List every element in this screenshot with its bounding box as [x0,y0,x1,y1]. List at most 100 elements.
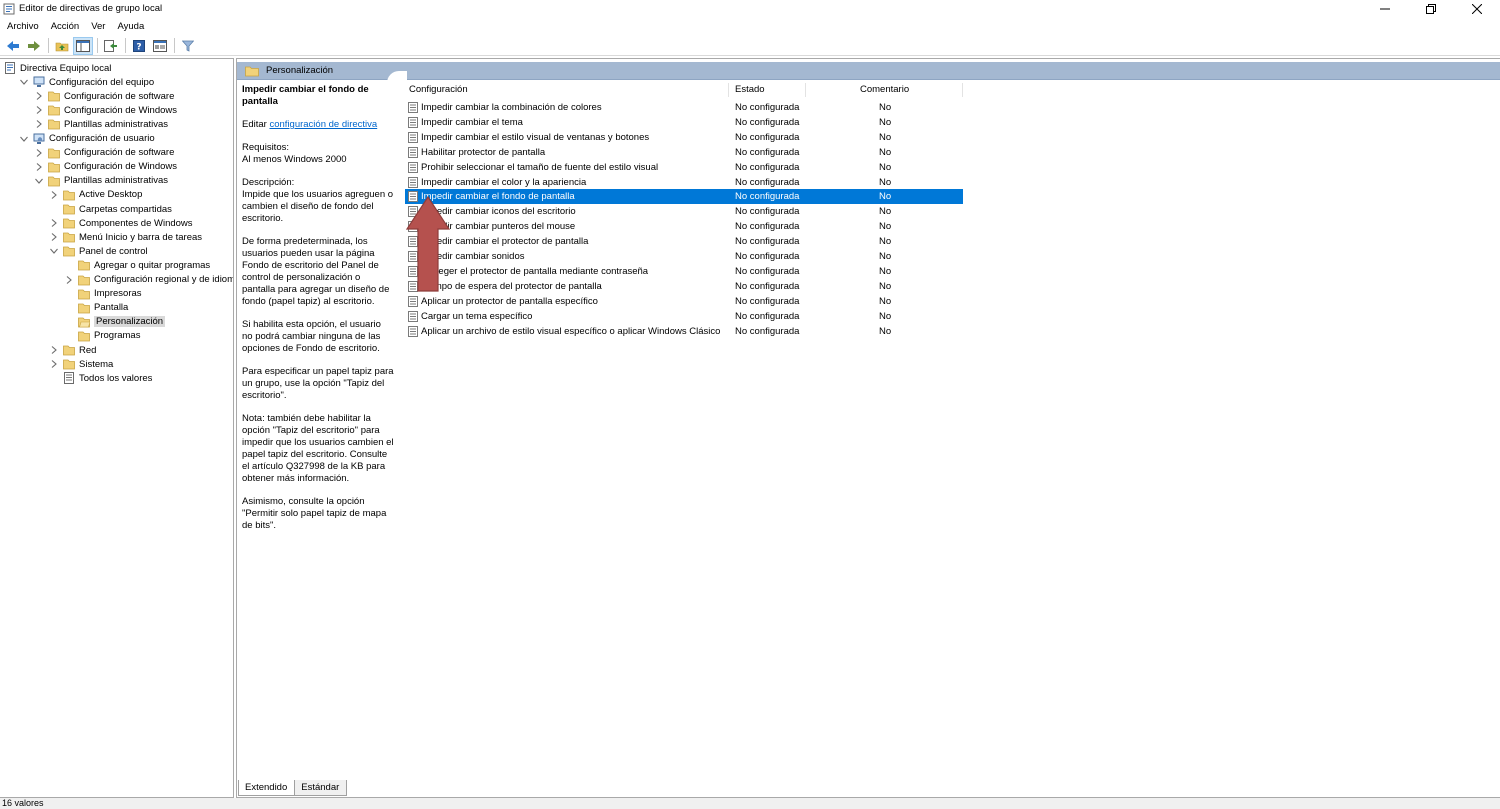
tree-item-programas[interactable]: Programas [64,329,140,343]
chevron-right-icon[interactable] [64,275,74,285]
chevron-right-icon[interactable] [34,119,44,129]
setting-name: Aplicar un protector de pantalla específ… [421,295,598,307]
chevron-down-icon[interactable] [19,77,29,87]
menu-archivo[interactable]: Archivo [0,19,45,35]
tree-item-active-desktop[interactable]: Active Desktop [49,188,142,202]
column-separator[interactable] [728,83,729,97]
column-header-comment[interactable]: Comentario [860,81,960,98]
tree-item-menu-inicio-y-barra-de-tareas[interactable]: Menú Inicio y barra de tareas [49,230,202,244]
setting-state: No configurada [735,191,800,203]
tree-item-todos-los-valores[interactable]: Todos los valores [49,371,152,385]
setting-state: No configurada [735,265,800,277]
tab-extendido[interactable]: Extendido [238,780,296,796]
back-button[interactable] [3,37,23,55]
tree-pane: Directiva Equipo local Configuración del … [0,58,234,798]
filter-button[interactable] [178,37,198,55]
menu-ayuda[interactable]: Ayuda [111,19,150,35]
setting-row[interactable]: Aplicar un archivo de estilo visual espe… [405,324,963,339]
tree-item-personalizacion[interactable]: Personalización [64,315,166,329]
chevron-right-icon[interactable] [34,105,44,115]
tree-item-impresoras[interactable]: Impresoras [64,287,142,301]
setting-comment: No [879,191,892,203]
setting-row[interactable]: Impedir cambiar el protector de pantalla… [405,234,963,249]
tree-item-configuracion-regional-y-de-idioma[interactable]: Configuración regional y de idioma [64,273,233,287]
export-list-button[interactable] [101,37,121,55]
setting-row[interactable]: Habilitar protector de pantalla No config… [405,145,963,160]
toolbar-separator [174,38,175,53]
setting-row[interactable]: Tiempo de espera del protector de pantal… [405,279,963,294]
tree-item-label: Todos los valores [79,372,153,384]
setting-row[interactable]: Impedir cambiar sonidos No configurada No [405,249,963,264]
forward-button[interactable] [24,37,44,55]
chevron-right-icon[interactable] [49,345,59,355]
tree-item-configuracion-de-software[interactable]: Configuración de software [34,146,174,160]
chevron-down-icon[interactable] [49,246,59,256]
setting-row[interactable]: Prohibir seleccionar el tamaño de fuente… [405,160,963,175]
tree-item-panel-de-control[interactable]: Panel de control [49,244,148,258]
tree-item-plantillas-administrativas[interactable]: Plantillas administrativas [34,117,168,131]
menu-ver[interactable]: Ver [85,19,111,35]
column-header-state[interactable]: Estado [735,81,805,98]
column-separator[interactable] [805,83,806,97]
setting-row[interactable]: Impedir cambiar el fondo de pantalla No c… [405,189,963,205]
setting-row[interactable]: Impedir cambiar el estilo visual de vent… [405,130,963,145]
tree-item-configuracion-de-usuario[interactable]: Configuración de usuario [19,132,155,146]
tree-item-agregar-o-quitar-programas[interactable]: Agregar o quitar programas [64,258,210,272]
properties-view-button[interactable] [150,37,170,55]
up-folder-button[interactable] [52,37,72,55]
restore-button[interactable] [1408,0,1454,18]
tree-item-configuracion-del-equipo[interactable]: Configuración del equipo [19,75,154,89]
setting-row[interactable]: Impedir cambiar punteros del mouse No con… [405,219,963,234]
minimize-button[interactable] [1362,0,1408,18]
tree-item-configuracion-de-windows[interactable]: Configuración de Windows [34,160,177,174]
setting-row[interactable]: Aplicar un protector de pantalla específ… [405,294,963,309]
column-header-setting[interactable]: Configuración [409,81,729,98]
tree-item-configuracion-de-software[interactable]: Configuración de software [34,89,174,103]
details-pane: Personalización Impedir cambiar el fondo… [236,58,1500,798]
folder-icon [63,359,75,370]
minimize-icon [1380,8,1390,10]
tree-item-red[interactable]: Red [49,343,96,357]
help-button[interactable]: ? [129,37,149,55]
chevron-right-icon[interactable] [49,359,59,369]
setting-row[interactable]: Impedir cambiar el color y la apariencia… [405,175,963,190]
chevron-right-icon[interactable] [34,91,44,101]
menu-accion[interactable]: Acción [45,19,86,35]
edit-prefix: Editar [242,119,267,130]
chevron-down-icon[interactable] [34,176,44,186]
chevron-right-icon[interactable] [49,190,59,200]
tree-item-label: Active Desktop [79,189,143,201]
setting-row[interactable]: Impedir cambiar el tema No configurada No [405,115,963,130]
view-tabs: Extendido Estándar [238,780,348,796]
chevron-down-icon[interactable] [19,134,29,144]
setting-state: No configurada [735,161,800,173]
tree-item-sistema[interactable]: Sistema [49,357,113,371]
setting-row[interactable]: Impedir cambiar la combinación de colore… [405,100,963,115]
chevron-right-icon[interactable] [49,218,59,228]
description-block: Descripción: Impide que los usuarios agre… [242,177,394,225]
setting-row[interactable]: Proteger el protector de pantalla median… [405,264,963,279]
chevron-right-icon[interactable] [34,148,44,158]
policy-icon [5,62,15,74]
tree-item-componentes-de-windows[interactable]: Componentes de Windows [49,216,193,230]
tree-item-carpetas-compartidas[interactable]: Carpetas compartidas [49,202,172,216]
setting-name: Prohibir seleccionar el tamaño de fuente… [421,161,659,173]
show-hide-tree-button[interactable] [73,36,93,55]
column-separator[interactable] [962,83,963,97]
close-button[interactable] [1454,0,1500,18]
filter-icon [182,40,194,52]
tab-estandar[interactable]: Estándar [294,780,348,796]
tree-item-plantillas-administrativas[interactable]: Plantillas administrativas [34,174,168,188]
setting-row[interactable]: Cargar un tema específico No configurada N… [405,309,963,324]
edit-policy-link[interactable]: configuración de directiva [269,119,377,130]
chevron-right-icon[interactable] [49,232,59,242]
policy-setting-icon [408,131,418,143]
chevron-right-icon[interactable] [34,162,44,172]
tree-item-label: Panel de control [79,245,148,257]
tree-item-directiva-equipo-local[interactable]: Directiva Equipo local [4,61,111,75]
tree-item-configuracion-de-windows[interactable]: Configuración de Windows [34,103,177,117]
setting-row[interactable]: Impedir cambiar iconos del escritorio No … [405,204,963,219]
tree-item-pantalla[interactable]: Pantalla [64,301,128,315]
folder-icon [63,218,75,229]
